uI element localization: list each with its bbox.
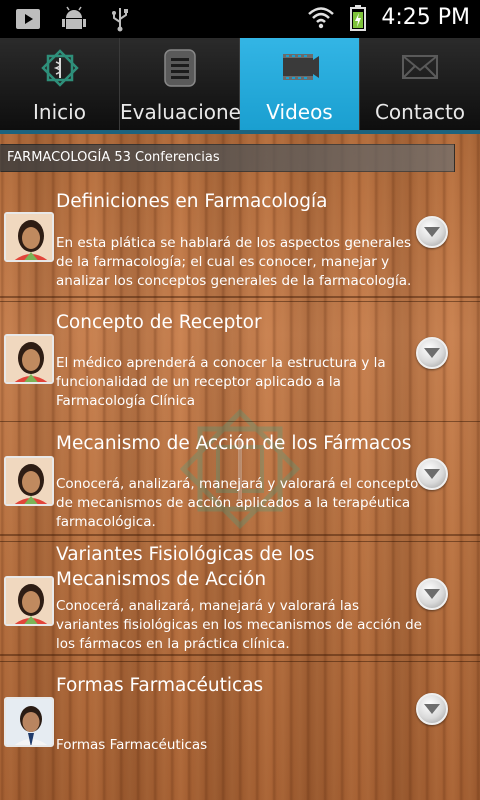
tab-evaluaciones[interactable]: Evaluaciones [120,38,252,130]
usb-icon [106,6,134,32]
lecturer-thumbnail [4,576,54,626]
list-item[interactable]: Variantes Fisiológicas de los Mecanismos… [0,542,480,657]
lecturer-thumbnail [4,212,54,262]
video-list-panel[interactable]: FARMACOLOGÍA 53 Conferencias Definicione… [0,134,480,800]
lecturer-thumbnail [4,334,54,384]
tab-label: Videos [266,100,333,124]
tab-videos[interactable]: Videos [240,38,360,130]
tab-contacto[interactable]: Contacto [360,38,480,130]
lecturer-thumbnail [4,456,54,506]
list-item[interactable]: Concepto de Receptor El médico aprenderá… [0,306,480,414]
expand-chevron-icon[interactable] [416,458,448,490]
tab-label: Evaluaciones [120,100,252,124]
expand-chevron-icon[interactable] [416,216,448,248]
divider [0,661,480,662]
tab-inicio[interactable]: Inicio [0,38,120,130]
expand-chevron-icon[interactable] [416,693,448,725]
item-title: Concepto de Receptor [56,312,262,333]
android-debug-icon [60,6,88,32]
divider [0,421,480,422]
mail-icon [399,46,441,90]
wifi-icon [307,4,335,30]
item-title: Variantes Fisiológicas de los Mecanismos… [56,544,315,590]
list-icon [159,46,201,90]
status-bar: 4:25 PM [0,0,480,38]
section-header: FARMACOLOGÍA 53 Conferencias [0,144,455,172]
item-title: Definiciones en Farmacología [56,191,328,212]
item-description: El médico aprenderá a conocer la estruct… [56,355,386,409]
list-item[interactable]: Formas Farmacéuticas Formas Farmacéutica… [0,672,480,772]
tab-bar: Inicio Evaluaciones Videos Contacto [0,38,480,130]
tab-label: Inicio [33,100,86,124]
expand-chevron-icon[interactable] [416,337,448,369]
film-icon [279,46,321,90]
tab-label: Contacto [374,100,466,124]
item-description: Formas Farmacéuticas [56,737,208,753]
youtube-icon [14,6,42,32]
item-description: Conocerá, analizará, manejará y valorará… [56,598,422,652]
plank-seam [0,296,480,298]
logo-icon [39,46,81,90]
item-title: Mecanismo de Acción de los Fármacos [56,433,412,454]
item-title: Formas Farmacéuticas [56,675,264,696]
list-item[interactable]: Definiciones en Farmacología En esta plá… [0,184,480,294]
section-header-label: FARMACOLOGÍA 53 Conferencias [7,150,220,165]
status-time: 4:25 PM [381,4,470,30]
expand-chevron-icon[interactable] [416,578,448,610]
item-description: Conocerá, analizará, manejará y valorará… [56,476,419,530]
lecturer-thumbnail [4,697,54,747]
list-item[interactable]: Mecanismo de Acción de los Fármacos Cono… [0,428,480,536]
battery-charging-icon [349,4,367,31]
item-description: En esta plática se hablará de los aspect… [56,235,412,289]
divider [0,301,480,302]
